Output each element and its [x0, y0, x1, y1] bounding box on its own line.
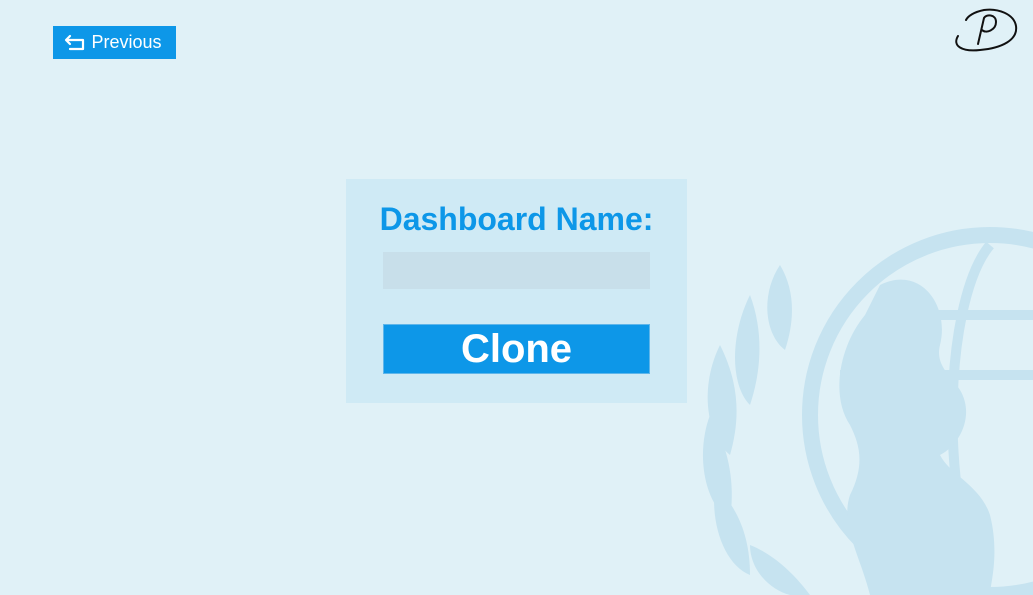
previous-button-label: Previous [91, 32, 162, 52]
return-arrow-icon [63, 33, 87, 53]
dashboard-name-label: Dashboard Name: [379, 201, 654, 237]
unicef-emblem-icon [702, 227, 1033, 595]
clone-dashboard-panel: Dashboard Name: Clone [346, 179, 687, 403]
clone-button[interactable]: Clone [383, 324, 650, 374]
previous-button[interactable]: Previous [53, 26, 176, 59]
dashboard-name-input[interactable] [383, 252, 650, 289]
signature-logo-icon [955, 8, 1018, 52]
